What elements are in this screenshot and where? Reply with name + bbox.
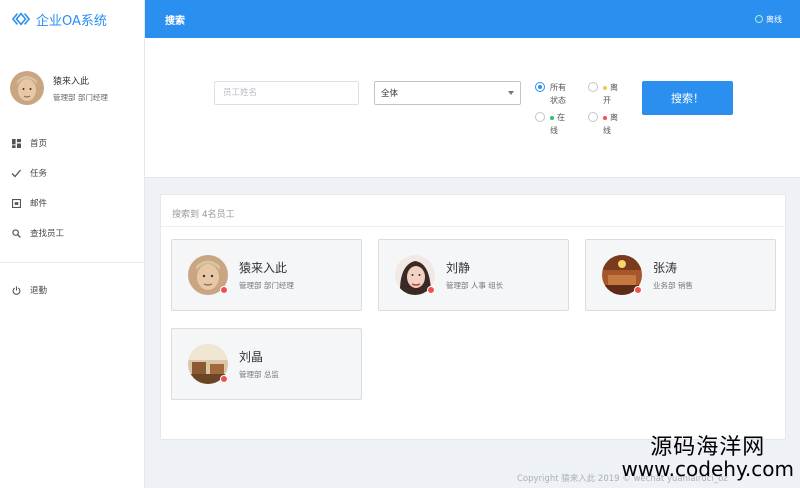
nav-item-find-employee[interactable]: 查找员工 xyxy=(0,218,144,248)
connection-status[interactable]: 离线 xyxy=(755,14,782,25)
nav-item-home[interactable]: 首页 xyxy=(0,128,144,158)
nav-item-label: 任务 xyxy=(30,169,48,179)
away-dot-icon xyxy=(603,85,607,90)
user-profile[interactable]: 猿来入此 管理部 部门经理 xyxy=(0,38,144,126)
check-icon xyxy=(11,168,21,178)
radio-online[interactable]: 在线 xyxy=(535,111,568,137)
radio-offline[interactable]: 离线 xyxy=(588,111,621,137)
watermark-line1: 源码海洋网 xyxy=(650,434,766,460)
nav-item-label: 邮件 xyxy=(30,199,48,209)
logout-label: 退勤 xyxy=(30,286,48,296)
department-select-value: 全体 xyxy=(381,89,399,99)
caret-down-icon xyxy=(508,91,514,95)
logo-icon xyxy=(12,12,30,26)
nav-item-tasks[interactable]: 任务 xyxy=(0,158,144,188)
top-header: 搜索 离线 xyxy=(145,0,800,38)
radio-circle xyxy=(588,112,598,122)
offline-dot-icon xyxy=(603,115,607,120)
employee-card[interactable]: 刘静 管理部 人事 组长 xyxy=(378,239,569,311)
status-label: 离线 xyxy=(766,14,782,24)
search-icon xyxy=(11,228,21,238)
employee-dept: 管理部 总监 xyxy=(239,370,279,379)
page-title: 搜索 xyxy=(165,15,185,27)
results-divider xyxy=(161,226,787,227)
radio-circle xyxy=(535,82,545,92)
employee-name: 刘静 xyxy=(446,261,471,275)
employee-name: 猿来入此 xyxy=(239,261,288,275)
radio-circle xyxy=(535,112,545,122)
radio-label: 所有状态 xyxy=(550,83,566,105)
status-dot xyxy=(220,375,228,383)
mail-icon xyxy=(11,198,21,208)
dashboard-icon xyxy=(11,138,21,148)
radio-away[interactable]: 离开 xyxy=(588,81,621,107)
employee-dept: 业务部 销售 xyxy=(653,281,693,290)
nav-item-label: 查找员工 xyxy=(30,229,65,239)
employee-name: 刘晶 xyxy=(239,350,264,364)
app-title: 企业OA系统 xyxy=(36,13,107,29)
user-name: 猿来入此 xyxy=(53,76,90,87)
radio-circle xyxy=(588,82,598,92)
employee-card[interactable]: 张涛 业务部 销售 xyxy=(585,239,776,311)
avatar xyxy=(10,71,44,105)
employee-name: 张涛 xyxy=(653,261,678,275)
nav-divider xyxy=(0,262,144,263)
status-dot xyxy=(427,286,435,294)
watermark: 源码海洋网 www.codehy.com xyxy=(621,436,794,480)
results-count: 搜索到 4名员工 xyxy=(172,210,235,220)
search-button[interactable]: 搜索！ xyxy=(642,81,733,115)
user-role: 管理部 部门经理 xyxy=(53,92,108,102)
employee-card[interactable]: 刘晶 管理部 总监 xyxy=(171,328,362,400)
nav-menu: 首页 任务 邮件 查找员工 xyxy=(0,126,144,248)
sidebar: 企业OA系统 猿来入此 管理部 部门经理 首页 任务 邮件 查找员工 退勤 xyxy=(0,0,145,488)
nav-item-label: 首页 xyxy=(30,139,48,149)
status-dot xyxy=(220,286,228,294)
nav-item-logout[interactable]: 退勤 xyxy=(0,275,144,305)
search-panel: 全体 所有状态 离开 在线 离线 搜索！ xyxy=(145,38,800,178)
radio-all-status[interactable]: 所有状态 xyxy=(535,81,568,107)
watermark-line2: www.codehy.com xyxy=(621,457,794,481)
employee-dept: 管理部 人事 组长 xyxy=(446,281,504,290)
status-dot xyxy=(634,286,642,294)
power-icon xyxy=(11,285,21,295)
status-ring-icon xyxy=(755,15,763,23)
employee-card[interactable]: 猿来入此 管理部 部门经理 xyxy=(171,239,362,311)
results-panel: 搜索到 4名员工 猿来入此 管理部 部门经理 刘静 管理部 人事 组长 张涛 业… xyxy=(160,194,787,440)
department-select[interactable]: 全体 xyxy=(374,81,521,105)
online-dot-icon xyxy=(550,115,554,120)
app-brand[interactable]: 企业OA系统 xyxy=(0,0,144,38)
employee-name-input[interactable] xyxy=(214,81,359,105)
employee-dept: 管理部 部门经理 xyxy=(239,281,294,290)
nav-item-mail[interactable]: 邮件 xyxy=(0,188,144,218)
